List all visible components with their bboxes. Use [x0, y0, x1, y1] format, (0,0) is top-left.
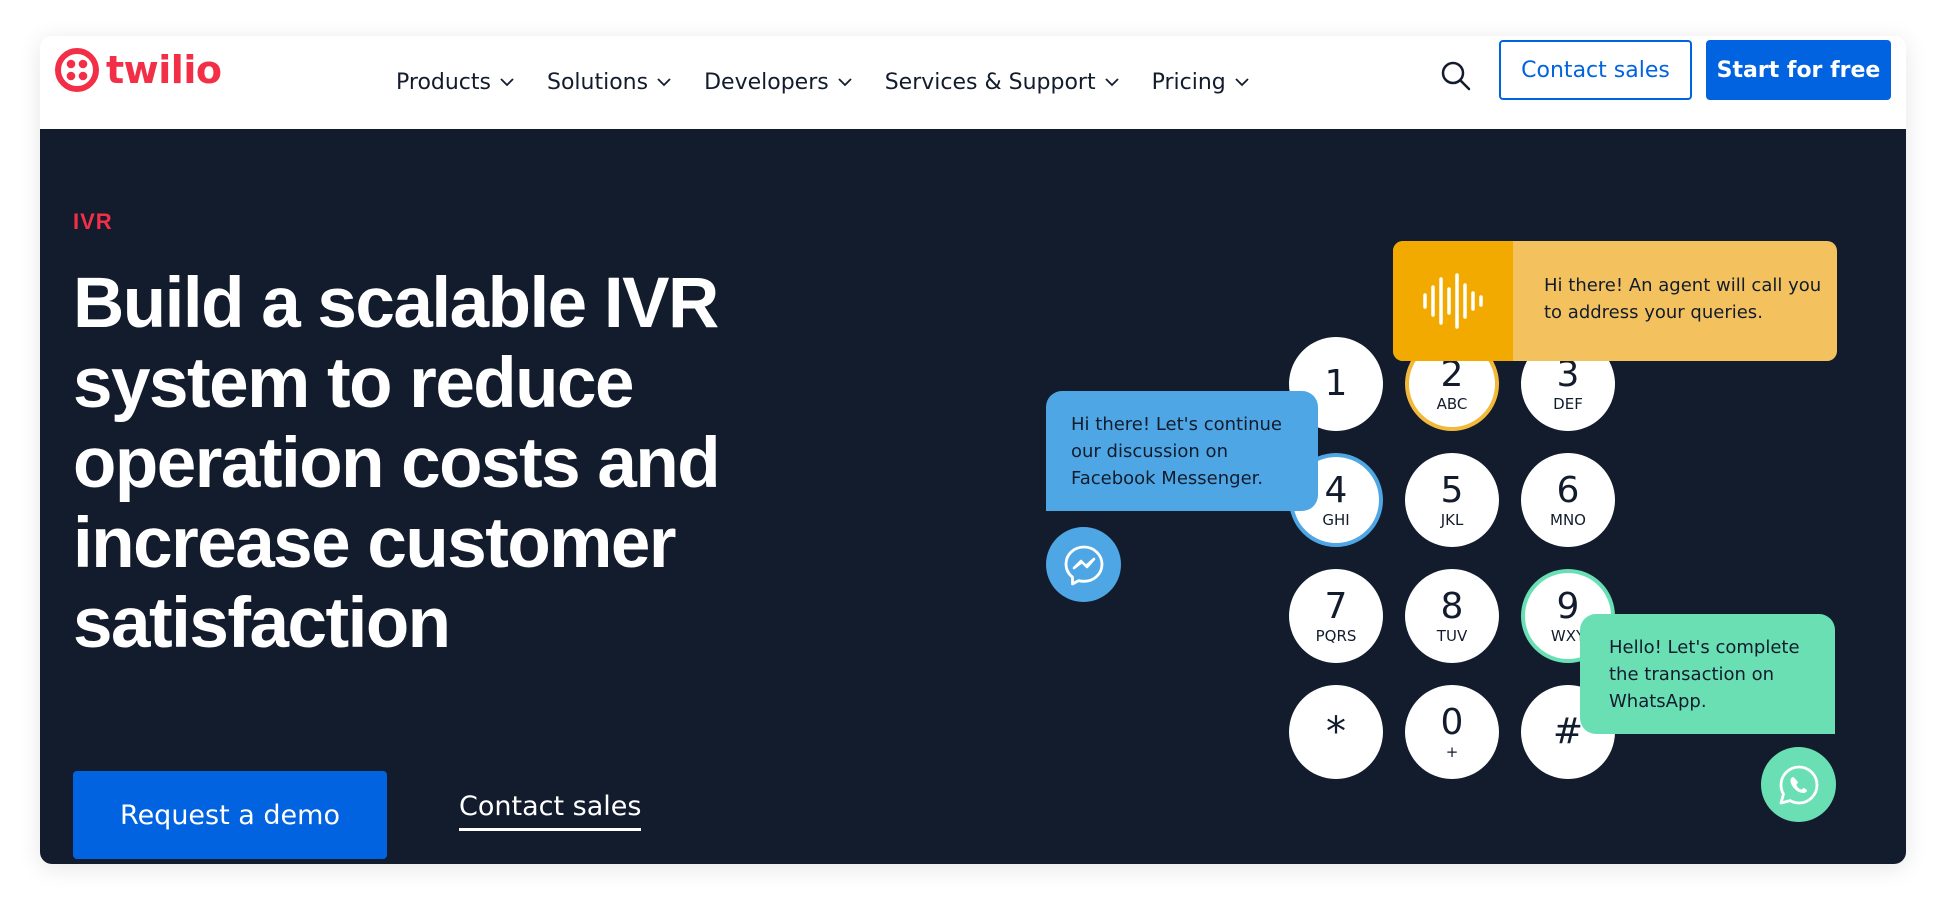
brand-name: twilio	[106, 48, 222, 92]
key-letters: PQRS	[1315, 627, 1357, 645]
whatsapp-icon	[1779, 765, 1818, 804]
key-letters: MNO	[1550, 511, 1586, 529]
chevron-down-icon	[838, 78, 852, 87]
contact-sales-link[interactable]: Contact sales	[459, 791, 642, 831]
key-digit: 6	[1556, 470, 1580, 511]
whatsapp-chat-bubble: Hello! Let's complete the transaction on…	[1580, 614, 1835, 734]
keypad-key-8: 8 TUV	[1405, 569, 1499, 663]
key-digit: 7	[1324, 586, 1348, 627]
agent-chat-bubble: Hi there! An agent will call you to addr…	[1393, 241, 1837, 361]
key-digit: 1	[1324, 363, 1348, 404]
key-letters: +	[1445, 743, 1459, 761]
main-menu: Products Solutions Developers Services &…	[396, 36, 1282, 129]
contact-sales-button[interactable]: Contact sales	[1499, 40, 1692, 100]
key-digit: 3	[1556, 354, 1580, 395]
start-for-free-button[interactable]: Start for free	[1706, 40, 1891, 100]
key-digit: 0	[1440, 702, 1464, 743]
nav-item-label: Services & Support	[884, 70, 1096, 95]
chevron-down-icon	[1104, 78, 1119, 87]
keypad-key-6: 6 MNO	[1521, 453, 1615, 547]
whatsapp-icon-badge	[1761, 747, 1836, 822]
messenger-icon	[1064, 545, 1103, 585]
nav-item-pricing[interactable]: Pricing	[1152, 70, 1249, 95]
chevron-down-icon	[657, 78, 671, 87]
hero-eyebrow: IVR	[73, 209, 113, 234]
keypad-key-star: *	[1289, 685, 1383, 779]
nav-item-label: Solutions	[547, 70, 649, 95]
key-letters: DEF	[1553, 395, 1583, 413]
request-demo-button[interactable]: Request a demo	[73, 771, 387, 859]
nav-item-products[interactable]: Products	[396, 70, 514, 95]
messenger-icon-badge	[1046, 527, 1121, 602]
messenger-chat-bubble: Hi there! Let's continue our discussion …	[1046, 391, 1318, 511]
key-digit: *	[1326, 709, 1346, 755]
key-digit: 8	[1440, 586, 1464, 627]
twilio-logo[interactable]: twilio	[54, 47, 222, 93]
whatsapp-bubble-text: Hello! Let's complete the transaction on…	[1609, 637, 1800, 712]
key-digit: 4	[1324, 470, 1348, 511]
nav-item-services-support[interactable]: Services & Support	[885, 70, 1119, 95]
hero-section: IVR Build a scalable IVR system to reduc…	[40, 129, 1906, 864]
page-frame: twilio Products Solutions Developers Ser…	[40, 36, 1906, 864]
messenger-bubble-text: Hi there! Let's continue our discussion …	[1071, 414, 1282, 489]
key-letters: JKL	[1440, 511, 1464, 529]
chevron-down-icon	[1235, 78, 1249, 87]
key-digit: 9	[1556, 586, 1580, 627]
key-digit: 2	[1440, 354, 1464, 395]
key-letters: TUV	[1436, 627, 1468, 645]
key-digit: 5	[1440, 470, 1464, 511]
search-button[interactable]	[1436, 56, 1476, 96]
nav-item-solutions[interactable]: Solutions	[547, 70, 671, 95]
key-letters: ABC	[1436, 395, 1468, 413]
key-letters: GHI	[1322, 511, 1350, 529]
keypad-key-7: 7 PQRS	[1289, 569, 1383, 663]
hero-headline: Build a scalable IVR system to reduce op…	[73, 264, 721, 663]
agent-bubble-text: Hi there! An agent will call you to addr…	[1544, 275, 1822, 323]
top-nav: twilio Products Solutions Developers Ser…	[40, 36, 1906, 129]
key-digit: #	[1552, 711, 1584, 752]
nav-item-label: Products	[396, 70, 491, 95]
nav-item-label: Developers	[704, 70, 829, 95]
nav-item-developers[interactable]: Developers	[704, 70, 852, 95]
nav-item-label: Pricing	[1151, 70, 1226, 95]
keypad-key-0: 0 +	[1405, 685, 1499, 779]
twilio-logo-icon	[55, 48, 99, 92]
keypad-key-5: 5 JKL	[1405, 453, 1499, 547]
chevron-down-icon	[500, 78, 514, 87]
search-icon	[1441, 61, 1471, 91]
soundwave-icon	[1423, 273, 1483, 329]
soundwave-icon-box	[1393, 241, 1513, 361]
